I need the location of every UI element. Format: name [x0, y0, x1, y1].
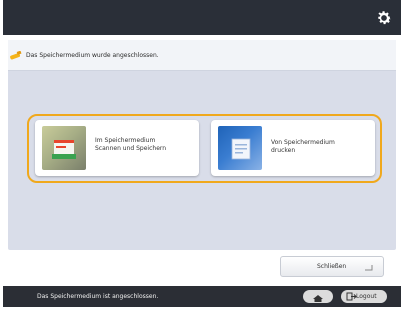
- logout-button[interactable]: Logout: [341, 290, 387, 303]
- scan-label-line1: Im Speichermedium: [95, 137, 156, 144]
- gear-icon[interactable]: [375, 9, 393, 27]
- scan-and-store-label: Im Speichermedium Scannen und Speichern: [95, 137, 166, 153]
- print-from-memory-label: Von Speichermedium drucken: [271, 139, 335, 155]
- status-bar: Das Speichermedium ist angeschlossen. Lo…: [3, 286, 401, 307]
- status-text: Das Speichermedium ist angeschlossen.: [37, 293, 159, 300]
- home-icon: [313, 295, 323, 302]
- scan-icon: [52, 140, 76, 159]
- print-icon: [231, 138, 251, 160]
- corner-mark-icon: [365, 265, 373, 271]
- message-text: Das Speichermedium wurde angeschlossen.: [26, 52, 159, 59]
- print-label-line1: Von Speichermedium: [271, 139, 335, 146]
- close-label: Schließen: [317, 263, 347, 270]
- print-from-memory-button[interactable]: Von Speichermedium drucken: [211, 120, 375, 176]
- scan-to-memory-thumbnail: [42, 126, 86, 170]
- usb-icon: [10, 51, 22, 60]
- print-from-memory-thumbnail: [218, 126, 262, 170]
- scan-and-store-button[interactable]: Im Speichermedium Scannen und Speichern: [35, 120, 199, 176]
- print-label-line2: drucken: [271, 147, 296, 154]
- top-bar: [3, 0, 401, 35]
- close-button[interactable]: Schließen: [280, 256, 384, 277]
- logout-label: Logout: [356, 293, 377, 300]
- scan-label-line2: Scannen und Speichern: [95, 145, 167, 152]
- home-button[interactable]: [303, 290, 333, 303]
